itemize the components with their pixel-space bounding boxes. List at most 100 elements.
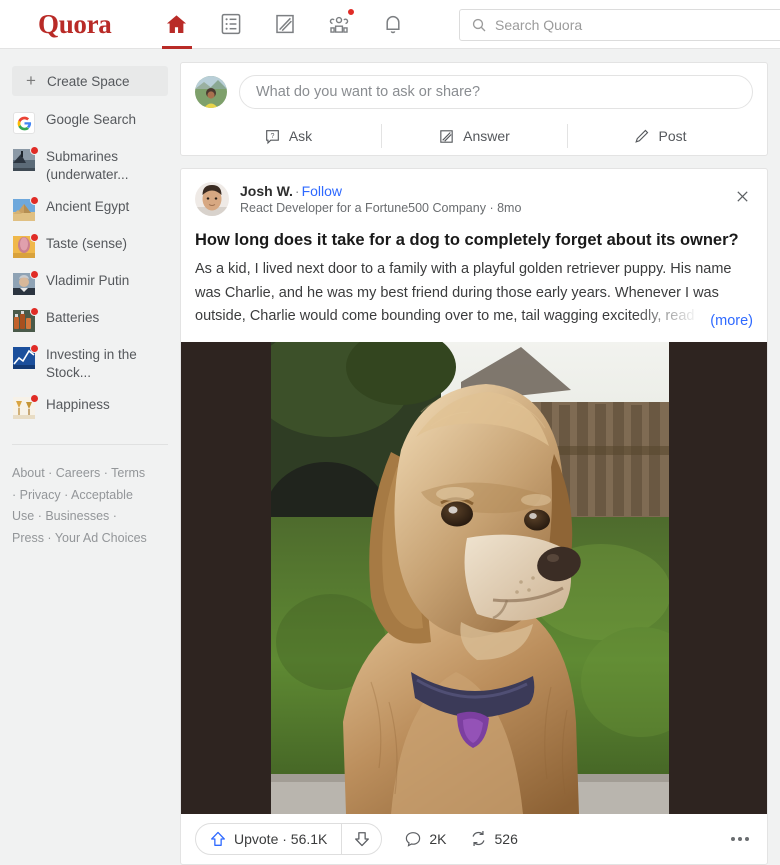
author-separator: ·: [294, 183, 300, 199]
post-action-bar: Upvote · 56.1K 2K 526: [181, 814, 767, 864]
close-post-button[interactable]: [731, 185, 753, 207]
sidebar-item-submarines[interactable]: Submarines (underwater...: [12, 141, 168, 191]
spaces-notification-badge: [346, 7, 355, 16]
search-input[interactable]: [495, 17, 745, 33]
notification-badge: [30, 394, 39, 403]
vote-group: Upvote · 56.1K: [195, 822, 383, 855]
submarine-thumbnail-wrap: [13, 146, 39, 171]
submarine-thumbnail: [13, 149, 35, 175]
ellipsis-dot: [731, 836, 735, 841]
downvote-button[interactable]: [341, 823, 381, 854]
sidebar-item-batteries[interactable]: Batteries: [12, 302, 168, 339]
footer-link-terms[interactable]: Terms: [111, 466, 145, 480]
upvote-arrow-icon: [211, 831, 225, 846]
author-name[interactable]: Josh W.: [240, 183, 293, 199]
celebration-thumbnail-wrap: [13, 394, 39, 419]
footer-link-careers[interactable]: Careers: [56, 466, 100, 480]
nav-spaces-button[interactable]: [312, 0, 366, 49]
following-icon: [221, 13, 240, 35]
answer-label: Answer: [463, 128, 510, 144]
nav-answer-button[interactable]: [258, 0, 312, 49]
dog-photo: [271, 341, 669, 814]
stock-chart-thumbnail-wrap: [13, 344, 39, 369]
read-more-link[interactable]: (more): [708, 312, 753, 329]
notification-badge: [30, 146, 39, 155]
spaces-icon: [329, 16, 348, 33]
post-label: Post: [658, 128, 687, 144]
create-space-button[interactable]: + Create Space: [12, 66, 168, 96]
shares-button[interactable]: 526: [469, 829, 518, 848]
ellipsis-dot: [738, 836, 742, 841]
ellipsis-dot: [745, 836, 749, 841]
post-more-options-button[interactable]: [731, 836, 749, 841]
sidebar-item-label: Submarines (underwater...: [46, 149, 129, 182]
portrait-thumbnail-wrap: [13, 270, 39, 295]
notification-badge: [30, 270, 39, 279]
footer-link-businesses[interactable]: Businesses: [45, 509, 109, 523]
sidebar-item-label: Ancient Egypt: [46, 199, 130, 214]
main-feed: ? Ask Answer Post: [180, 49, 780, 865]
composer-input[interactable]: [256, 84, 752, 100]
sidebar-item-google-search[interactable]: Google Search: [12, 104, 168, 141]
nav-home-button[interactable]: [150, 0, 204, 49]
follow-link[interactable]: Follow: [302, 183, 342, 199]
sidebar-item-label: Happiness: [46, 397, 110, 412]
footer-link-about[interactable]: About: [12, 466, 45, 480]
svg-text:?: ?: [270, 131, 274, 139]
home-icon: [166, 14, 187, 33]
post-header: Josh W. · Follow React Developer for a For…: [181, 169, 767, 216]
comments-button[interactable]: 2K: [404, 830, 447, 848]
feed-post: Josh W. · Follow React Developer for a For…: [180, 168, 768, 865]
tongue-thumbnail-wrap: [13, 233, 39, 258]
sidebar-item-happiness[interactable]: Happiness: [12, 389, 168, 426]
sidebar-item-taste[interactable]: Taste (sense): [12, 228, 168, 265]
tongue-thumbnail: [13, 236, 35, 262]
post-author-meta: Josh W. · Follow React Developer for a For…: [240, 182, 521, 216]
post-question-title[interactable]: How long does it take for a dog to compl…: [195, 230, 753, 251]
nav-following-button[interactable]: [204, 0, 258, 49]
post-body-wrap: As a kid, I lived next door to a family …: [195, 258, 753, 329]
sidebar-item-ancient-egypt[interactable]: Ancient Egypt: [12, 191, 168, 228]
celebration-thumbnail: [13, 397, 35, 423]
portrait-thumbnail: [13, 273, 35, 299]
footer-link-press[interactable]: Press: [12, 531, 44, 545]
upvote-label: Upvote · 56.1K: [234, 830, 328, 847]
sidebar-item-label: Google Search: [46, 112, 137, 127]
google-logo: [13, 112, 35, 134]
downvote-arrow-icon: [354, 831, 369, 846]
plus-icon: +: [26, 71, 36, 90]
ask-button[interactable]: ? Ask: [195, 117, 381, 155]
composer-input-wrap[interactable]: [239, 75, 753, 109]
footer-link-ad-choices[interactable]: Your Ad Choices: [55, 531, 147, 545]
nav-notifications-button[interactable]: [366, 0, 420, 49]
author-avatar[interactable]: [195, 182, 229, 216]
stock-chart-thumbnail: [13, 347, 35, 373]
composer-row: [195, 75, 753, 109]
notification-badge: [30, 196, 39, 205]
author-credential: React Developer for a Fortune500 Company…: [240, 201, 522, 215]
current-user-avatar[interactable]: [195, 76, 227, 108]
create-space-label: Create Space: [47, 73, 130, 89]
batteries-thumbnail-wrap: [13, 307, 39, 332]
ask-label: Ask: [288, 128, 313, 144]
post-author-line: Josh W. · Follow: [240, 183, 521, 199]
sidebar-item-vladimir-putin[interactable]: Vladimir Putin: [12, 265, 168, 302]
pencil-icon: [635, 129, 649, 143]
repost-icon: [472, 831, 485, 846]
answer-button[interactable]: Answer: [381, 117, 567, 155]
post-button[interactable]: Post: [567, 117, 753, 155]
post-body-text: As a kid, I lived next door to a family …: [195, 261, 732, 324]
sidebar-item-investing-stock[interactable]: Investing in the Stock...: [12, 339, 168, 389]
upvote-button[interactable]: Upvote · 56.1K: [196, 824, 341, 854]
search-bar[interactable]: [459, 9, 780, 41]
left-sidebar: + Create Space Google Search Submarines …: [0, 49, 180, 831]
footer-link-privacy[interactable]: Privacy: [20, 488, 61, 502]
sidebar-item-label: Taste (sense): [46, 236, 128, 251]
notification-badge: [30, 233, 39, 242]
question-box-icon: ?: [265, 129, 279, 144]
shares-count: 526: [494, 830, 518, 847]
top-navigation-bar: Quora: [0, 0, 780, 49]
post-image-container[interactable]: [181, 341, 767, 814]
pyramid-thumbnail-wrap: [13, 196, 39, 221]
quora-logo[interactable]: Quora: [38, 9, 112, 40]
